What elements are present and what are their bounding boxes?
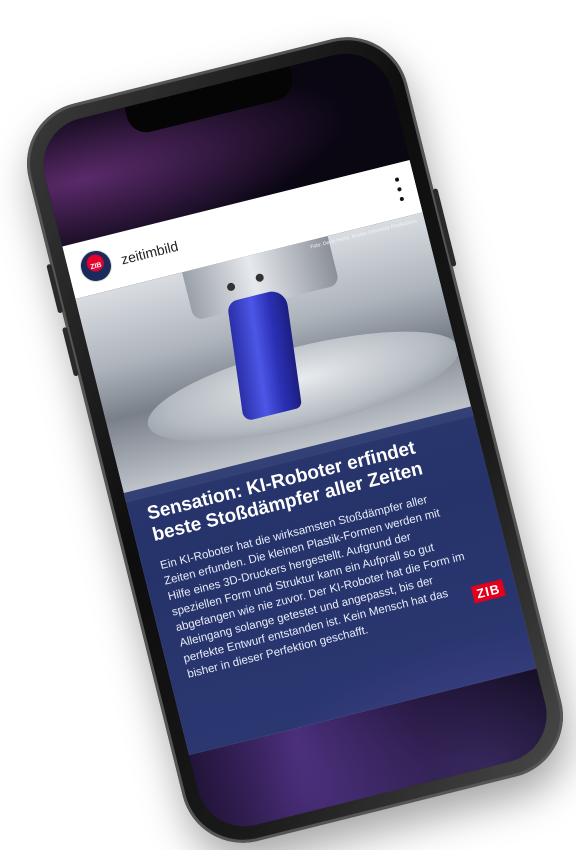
volume-button xyxy=(46,263,64,314)
avatar-label: ZIB xyxy=(89,261,103,271)
smartphone: ZIB zeitimbild Foto: Devin Heinz, Boston… xyxy=(13,24,576,850)
volume-button-2 xyxy=(61,326,79,377)
stage: ZIB zeitimbild Foto: Devin Heinz, Boston… xyxy=(0,0,576,850)
avatar[interactable]: ZIB xyxy=(76,246,116,286)
side-button xyxy=(432,188,457,267)
more-vertical-icon[interactable] xyxy=(394,177,406,202)
phone-screen: ZIB zeitimbild Foto: Devin Heinz, Boston… xyxy=(33,43,557,837)
username[interactable]: zeitimbild xyxy=(119,238,179,268)
